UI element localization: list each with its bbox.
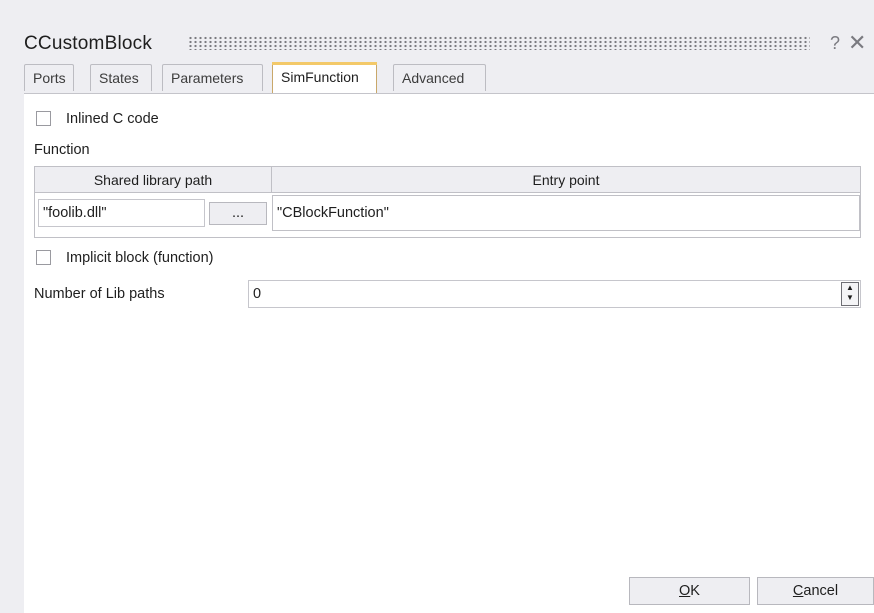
implicit-block-checkbox[interactable] <box>36 250 51 265</box>
entry-point-input[interactable]: "CBlockFunction" <box>272 195 860 231</box>
implicit-block-label: Implicit block (function) <box>66 250 214 266</box>
dialog-title: CCustomBlock <box>24 33 153 54</box>
function-table: Shared library path Entry point "foolib.… <box>34 166 861 238</box>
shared-library-path-input[interactable]: "foolib.dll" <box>38 199 205 227</box>
tab-advanced[interactable]: Advanced <box>393 64 486 91</box>
help-icon[interactable]: ? <box>830 33 840 54</box>
shared-library-path-header: Shared library path <box>35 167 272 193</box>
tab-ports[interactable]: Ports <box>24 64 74 91</box>
drag-grip[interactable] <box>188 36 810 50</box>
simfunction-panel: Inlined C code Function Shared library p… <box>24 94 874 613</box>
title-bar[interactable]: CCustomBlock ? ✕ <box>0 0 874 64</box>
entry-point-header: Entry point <box>272 167 860 193</box>
num-lib-paths-input[interactable]: 0 ▲ ▼ <box>248 280 861 308</box>
tab-states[interactable]: States <box>90 64 152 91</box>
ok-button[interactable]: OK <box>629 577 750 605</box>
dialog-window: CCustomBlock ? ✕ Ports States Parameters… <box>0 0 874 613</box>
inlined-c-code-label: Inlined C code <box>66 111 159 127</box>
close-icon[interactable]: ✕ <box>848 30 866 56</box>
tab-simfunction[interactable]: SimFunction <box>272 62 377 93</box>
num-lib-paths-label: Number of Lib paths <box>34 286 165 302</box>
tab-strip: Ports States Parameters SimFunction Adva… <box>24 62 874 94</box>
function-section-label: Function <box>34 142 90 158</box>
cancel-button[interactable]: Cancel <box>757 577 874 605</box>
tab-parameters[interactable]: Parameters <box>162 64 263 91</box>
browse-button[interactable]: ... <box>209 202 267 225</box>
up-down-spinner-icon[interactable]: ▲ ▼ <box>841 282 859 306</box>
inlined-c-code-checkbox[interactable] <box>36 111 51 126</box>
num-lib-paths-value: 0 <box>253 286 262 302</box>
